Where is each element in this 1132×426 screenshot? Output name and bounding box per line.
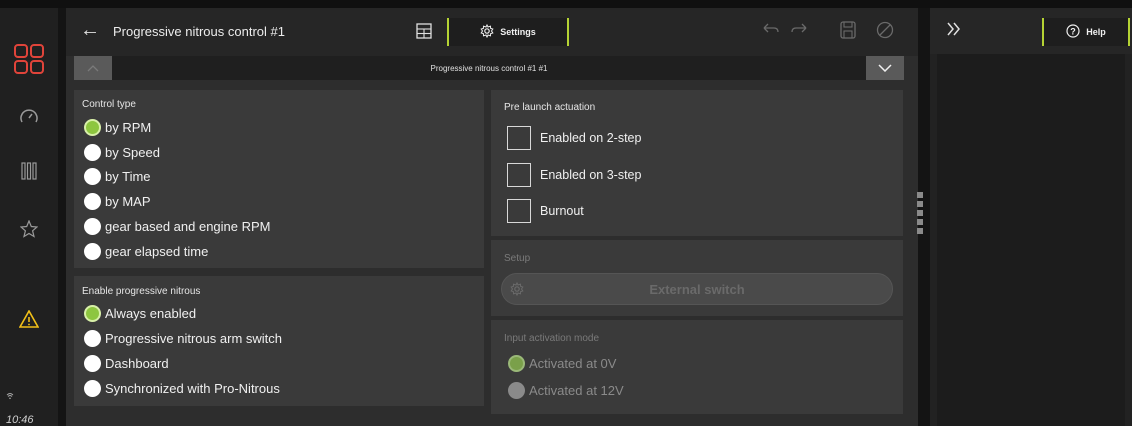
radio-by-time[interactable]: by Time <box>84 168 151 185</box>
help-content-area <box>937 54 1125 426</box>
undo-icon[interactable] <box>762 22 780 41</box>
checkbox-burnout[interactable]: Burnout <box>507 199 584 223</box>
pre-launch-title: Pre launch actuation <box>504 102 596 113</box>
radio-by-rpm[interactable]: by RPM <box>84 119 151 136</box>
back-arrow-icon[interactable]: ← <box>80 20 100 40</box>
external-switch-button[interactable]: External switch <box>501 273 893 305</box>
enable-progressive-panel: Enable progressive nitrous Always enable… <box>74 276 484 406</box>
checkbox-box <box>507 163 531 187</box>
tab-settings[interactable]: Settings <box>447 18 569 46</box>
control-type-title: Control type <box>82 99 136 110</box>
tab-settings-label: Settings <box>500 27 536 37</box>
table-view-icon[interactable] <box>416 23 432 44</box>
cancel-icon[interactable] <box>876 21 894 44</box>
checkbox-2-step[interactable]: Enabled on 2-step <box>507 126 641 150</box>
checkbox-box <box>507 126 531 150</box>
status-clock: 10:46 <box>6 414 34 426</box>
gear-icon <box>480 23 494 40</box>
svg-text:?: ? <box>1070 27 1076 37</box>
main-panel: ← Progressive nitrous control #1 Setting… <box>66 8 918 426</box>
input-activation-panel: Input activation mode Activated at 0V Ac… <box>491 320 903 414</box>
radio-selected-icon <box>84 305 101 322</box>
top-strip <box>0 0 1132 8</box>
instance-selector: Progressive nitrous control #1 #1 <box>74 56 904 80</box>
radio-activated-12v[interactable]: Activated at 12V <box>508 382 624 399</box>
radio-activated-0v[interactable]: Activated at 0V <box>508 355 616 372</box>
setup-panel: Setup External switch <box>491 240 903 316</box>
left-sidebar: 10:46 <box>0 8 58 426</box>
radio-gear-elapsed[interactable]: gear elapsed time <box>84 243 208 260</box>
help-icon: ? <box>1066 24 1080 40</box>
apps-logo-icon[interactable] <box>0 44 58 74</box>
tab-help[interactable]: ? Help <box>1042 18 1130 46</box>
star-icon[interactable] <box>0 220 58 238</box>
radio-selected-icon <box>84 119 101 136</box>
radio-always-enabled[interactable]: Always enabled <box>84 305 196 322</box>
radio-gear-based[interactable]: gear based and engine RPM <box>84 218 271 235</box>
warning-icon[interactable] <box>0 310 58 328</box>
checkbox-3-step[interactable]: Enabled on 3-step <box>507 163 641 187</box>
pre-launch-panel: Pre launch actuation Enabled on 2-step E… <box>491 90 903 236</box>
enable-progressive-title: Enable progressive nitrous <box>82 286 201 297</box>
radio-by-speed[interactable]: by Speed <box>84 144 160 161</box>
instance-dropdown[interactable]: Progressive nitrous control #1 #1 <box>112 56 866 80</box>
save-icon[interactable] <box>840 21 856 44</box>
page-title: Progressive nitrous control #1 <box>113 24 285 39</box>
radio-by-map[interactable]: by MAP <box>84 193 151 210</box>
top-bar: ← Progressive nitrous control #1 Setting… <box>66 8 918 56</box>
external-switch-label: External switch <box>649 281 745 297</box>
columns-icon[interactable] <box>0 162 58 180</box>
setup-title: Setup <box>504 253 531 264</box>
radio-arm-switch[interactable]: Progressive nitrous arm switch <box>84 330 282 347</box>
chevron-down-icon[interactable] <box>866 56 904 80</box>
right-top-bar: ? Help <box>930 8 1132 54</box>
gauge-icon[interactable] <box>0 108 58 124</box>
scroll-indicator[interactable] <box>917 192 925 237</box>
checkbox-box <box>507 199 531 223</box>
redo-icon[interactable] <box>790 22 808 41</box>
radio-synchronized[interactable]: Synchronized with Pro-Nitrous <box>84 380 280 397</box>
collapse-up-icon[interactable] <box>74 56 112 80</box>
radio-selected-icon <box>508 355 525 372</box>
input-activation-title: Input activation mode <box>504 333 600 344</box>
control-type-panel: Control type by RPM by Speed by Time by … <box>74 90 484 268</box>
double-chevron-right-icon[interactable] <box>946 21 962 42</box>
tab-help-label: Help <box>1086 27 1106 37</box>
right-panel: ? Help <box>930 8 1132 426</box>
wifi-icon <box>6 392 14 402</box>
radio-dashboard[interactable]: Dashboard <box>84 355 169 372</box>
